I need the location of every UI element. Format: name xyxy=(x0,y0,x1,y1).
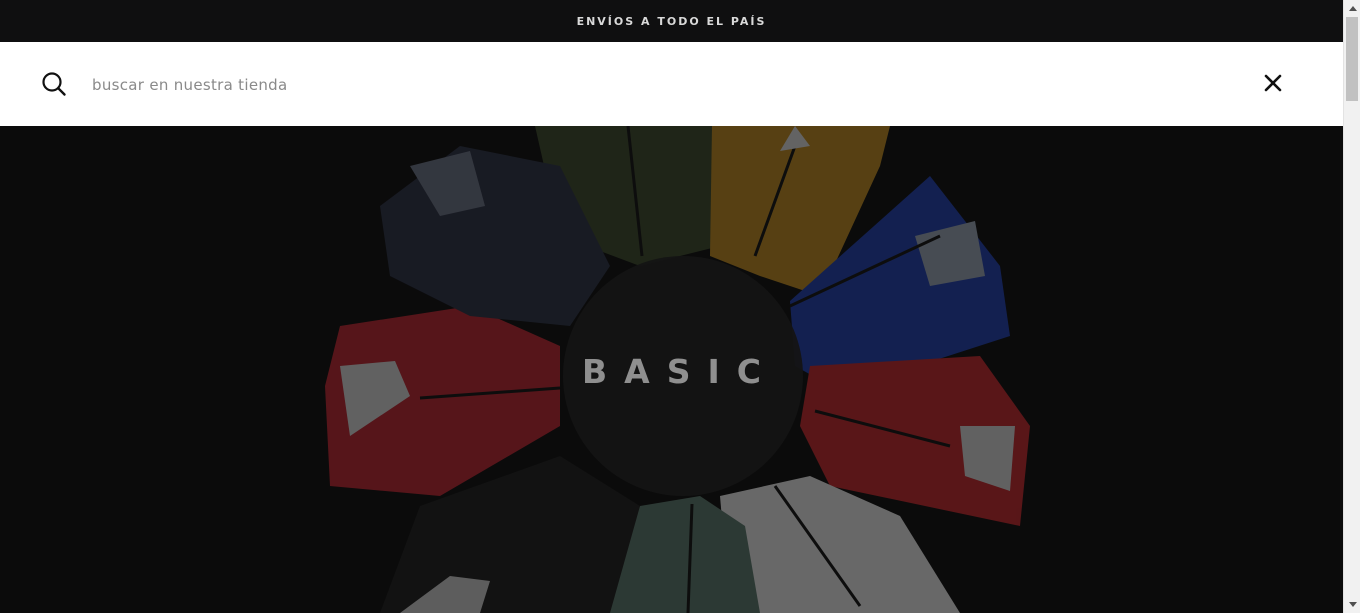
close-icon[interactable] xyxy=(1262,72,1284,94)
hero-banner[interactable]: BASIC xyxy=(0,126,1343,613)
page: ENVÍOS A TODO EL PAÍS buscar en nuestra … xyxy=(0,0,1360,613)
page-scrollbar[interactable] xyxy=(1343,0,1360,613)
scroll-down-arrow-icon[interactable] xyxy=(1344,596,1360,613)
announcement-bar: ENVÍOS A TODO EL PAÍS xyxy=(0,0,1343,42)
scrollbar-thumb[interactable] xyxy=(1346,17,1358,101)
search-input[interactable] xyxy=(92,72,1242,98)
search-overlay xyxy=(0,42,1343,126)
scroll-up-arrow-icon[interactable] xyxy=(1344,0,1360,17)
search-icon[interactable] xyxy=(41,71,67,97)
hero-title: BASIC xyxy=(582,352,778,391)
announcement-text: ENVÍOS A TODO EL PAÍS xyxy=(576,14,767,28)
